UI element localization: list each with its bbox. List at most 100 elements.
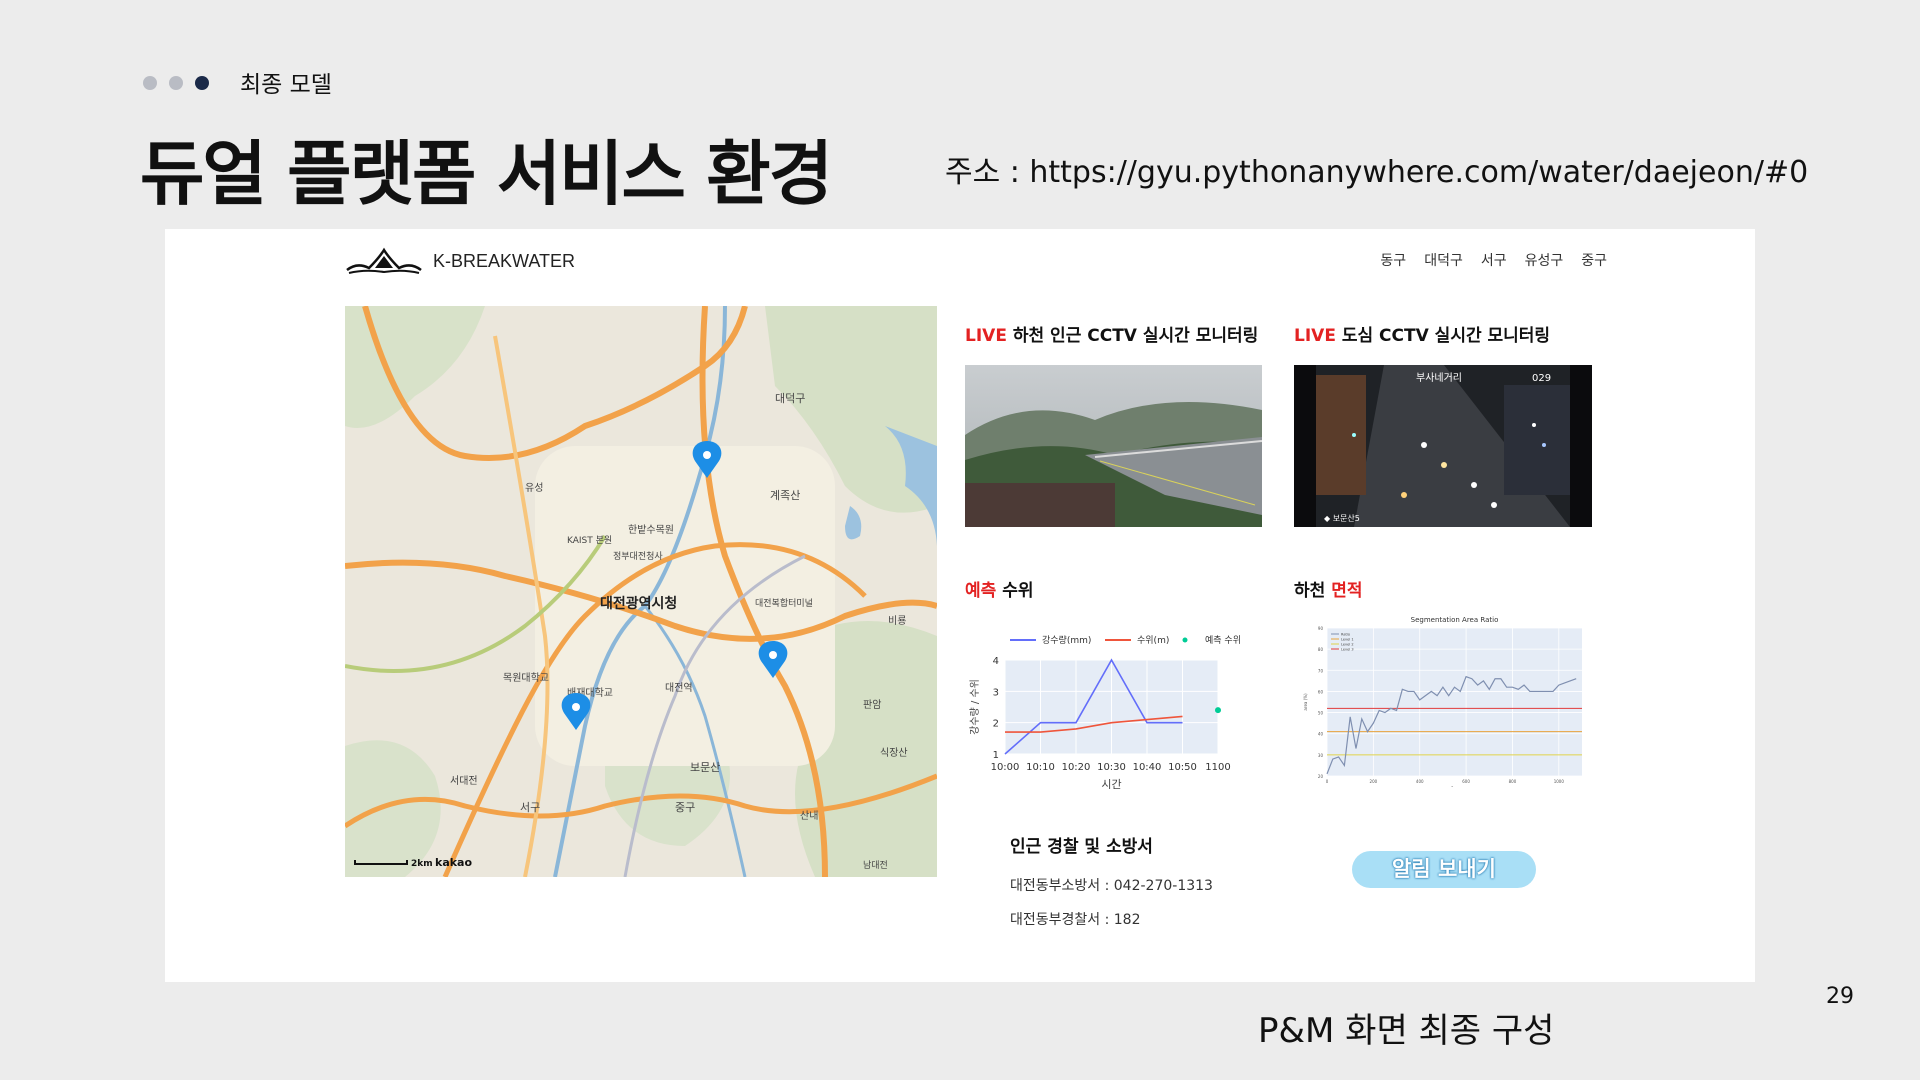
- emergency-contacts: 인근 경찰 및 소방서 대전동부소방서 : 042-270-1313 대전동부경…: [1010, 832, 1213, 943]
- x-axis-label: Sec: [1451, 786, 1458, 787]
- y-tick-label: 40: [1318, 732, 1324, 737]
- cctv-overlay-location: 부사네거리: [1416, 372, 1462, 384]
- legend-label: 강수량(mm): [1042, 634, 1091, 646]
- x-tick-label: 10:10: [1026, 762, 1055, 773]
- progress-dots: [143, 76, 209, 90]
- nav-item-yuseonggu[interactable]: 유성구: [1525, 250, 1564, 270]
- contacts-heading: 인근 경찰 및 소방서: [1010, 837, 1153, 857]
- send-alert-button[interactable]: 알림 보내기: [1352, 851, 1536, 888]
- map-brand: kakao: [435, 856, 472, 869]
- x-tick-label: 10:00: [991, 762, 1020, 773]
- x-axis-label: 시간: [1101, 778, 1121, 791]
- series-point: [1215, 707, 1221, 714]
- y-tick-label: 4: [993, 656, 999, 667]
- map-label: 보문산: [690, 761, 720, 774]
- contact-fire-station: 대전동부소방서 : 042-270-1313: [1010, 878, 1213, 894]
- y-tick-label: 50: [1318, 711, 1324, 716]
- city-map[interactable]: 대전광역시청 대덕구 계족산 보문산 식장산 서대전 유성 대전역 한밭수목원 …: [345, 306, 937, 877]
- x-tick-label: 0: [1326, 779, 1329, 784]
- forecast-title-accent: 예측: [965, 581, 997, 601]
- map-label: 정부대전청사: [613, 551, 663, 562]
- cctv-river-title-text: 하천 인근 CCTV 실시간 모니터링: [1006, 326, 1259, 346]
- nav-item-donggu[interactable]: 동구: [1380, 250, 1406, 270]
- y-tick-label: 70: [1318, 668, 1324, 673]
- cctv-overlay-camera: ◆ 보문산5: [1324, 513, 1360, 523]
- river-area-title-text: 하천: [1294, 581, 1332, 601]
- map-label: 서대전: [450, 775, 478, 787]
- cctv-overlay-id: 029: [1532, 373, 1551, 384]
- map-label: 대덕구: [775, 392, 805, 405]
- map-label: 중구: [675, 801, 695, 814]
- breakwater-logo-icon: [346, 247, 422, 274]
- x-tick-label: 1100: [1205, 762, 1230, 773]
- map-label: 한밭수목원: [628, 524, 674, 536]
- x-tick-label: 800: [1509, 779, 1517, 784]
- nav-item-daedeokgu[interactable]: 대덕구: [1424, 250, 1463, 270]
- cctv-river-title: LIVE 하천 인근 CCTV 실시간 모니터링: [965, 321, 1258, 346]
- cctv-river-feed[interactable]: [965, 365, 1262, 527]
- y-tick-label: 20: [1318, 774, 1324, 779]
- y-tick-label: 80: [1318, 647, 1324, 652]
- map-label: 계족산: [770, 489, 800, 502]
- site-address: 주소 : https://gyu.pythonanywhere.com/wate…: [945, 155, 1809, 190]
- map-label-cityhall: 대전광역시청: [600, 595, 677, 612]
- x-tick-label: 10:40: [1133, 762, 1162, 773]
- y-tick-label: 60: [1318, 689, 1324, 694]
- plot-area: [1327, 628, 1582, 776]
- map-label: 판암: [863, 699, 881, 711]
- map-label: 유성: [525, 482, 543, 494]
- breadcrumb: 최종 모델: [240, 72, 332, 98]
- district-nav: 동구 대덕구 서구 유성구 중구: [1380, 250, 1607, 270]
- forecast-title: 예측 수위: [965, 576, 1033, 601]
- y-tick-label: 3: [993, 687, 999, 698]
- progress-dot-active: [195, 76, 209, 90]
- map-label: 목원대학교: [503, 672, 549, 684]
- brand-logo[interactable]: K-BREAKWATER: [345, 246, 575, 276]
- map-scale-text: 2km: [411, 859, 433, 869]
- cctv-city-title: LIVE 도심 CCTV 실시간 모니터링: [1294, 321, 1550, 346]
- legend-label: Level 3: [1341, 648, 1354, 652]
- x-tick-label: 600: [1462, 779, 1470, 784]
- y-axis-label: area (%): [1303, 693, 1308, 711]
- y-tick-label: 90: [1318, 626, 1324, 631]
- progress-dot: [143, 76, 157, 90]
- x-tick-label: 10:30: [1097, 762, 1126, 773]
- x-tick-label: 200: [1370, 779, 1378, 784]
- slide-caption: P&M 화면 최종 구성: [1258, 1011, 1555, 1051]
- map-label: KAIST 본원: [567, 535, 612, 546]
- legend-marker: [1182, 637, 1188, 643]
- y-tick-label: 1: [993, 750, 999, 761]
- slide-title: 듀얼 플랫폼 서비스 환경: [140, 133, 833, 215]
- map-label: 산내: [800, 810, 818, 822]
- river-area-title: 하천 면적: [1294, 576, 1362, 601]
- live-badge: LIVE: [1294, 326, 1336, 346]
- x-tick-label: 10:20: [1062, 762, 1091, 773]
- cctv-city-title-text: 도심 CCTV 실시간 모니터링: [1335, 326, 1551, 346]
- map-label: 서구: [520, 801, 540, 814]
- y-tick-label: 30: [1318, 753, 1324, 758]
- map-label: 대전복합터미널: [755, 598, 813, 609]
- forecast-title-text: 수위: [996, 581, 1034, 601]
- brand-name: K-BREAKWATER: [433, 250, 576, 271]
- river-area-title-accent: 면적: [1331, 581, 1363, 601]
- legend-label: 수위(m): [1137, 635, 1169, 646]
- chart-title: Segmentation Area Ratio: [1411, 616, 1499, 624]
- x-tick-label: 1000: [1554, 779, 1565, 784]
- map-label: 비룡: [888, 615, 906, 627]
- cctv-city-feed[interactable]: 부사네거리 029 ◆ 보문산5: [1294, 365, 1592, 527]
- y-tick-label: 2: [993, 719, 999, 730]
- y-axis-label: 강수량 / 수위: [968, 679, 981, 735]
- live-badge: LIVE: [965, 326, 1007, 346]
- progress-dot: [169, 76, 183, 90]
- map-label: 남대전: [863, 860, 888, 871]
- water-level-forecast-chart[interactable]: 10:00 10:10 10:20 10:30 10:40 10:50 1100 1 2 3 4 시간…: [960, 618, 1260, 798]
- x-tick-label: 10:50: [1168, 762, 1197, 773]
- legend-label: Level 1: [1341, 638, 1354, 642]
- segmentation-area-chart[interactable]: Segmentation Area Ratio 20 30 40 50 60 70 80 90 0…: [1295, 612, 1595, 791]
- legend-label: 예측 수위: [1205, 635, 1241, 646]
- nav-item-seogu[interactable]: 서구: [1481, 250, 1507, 270]
- legend-label: Level 2: [1341, 643, 1354, 647]
- contact-police-station: 대전동부경찰서 : 182: [1010, 912, 1141, 928]
- nav-item-junggu[interactable]: 중구: [1581, 250, 1607, 270]
- legend-label: Ratio: [1341, 633, 1350, 637]
